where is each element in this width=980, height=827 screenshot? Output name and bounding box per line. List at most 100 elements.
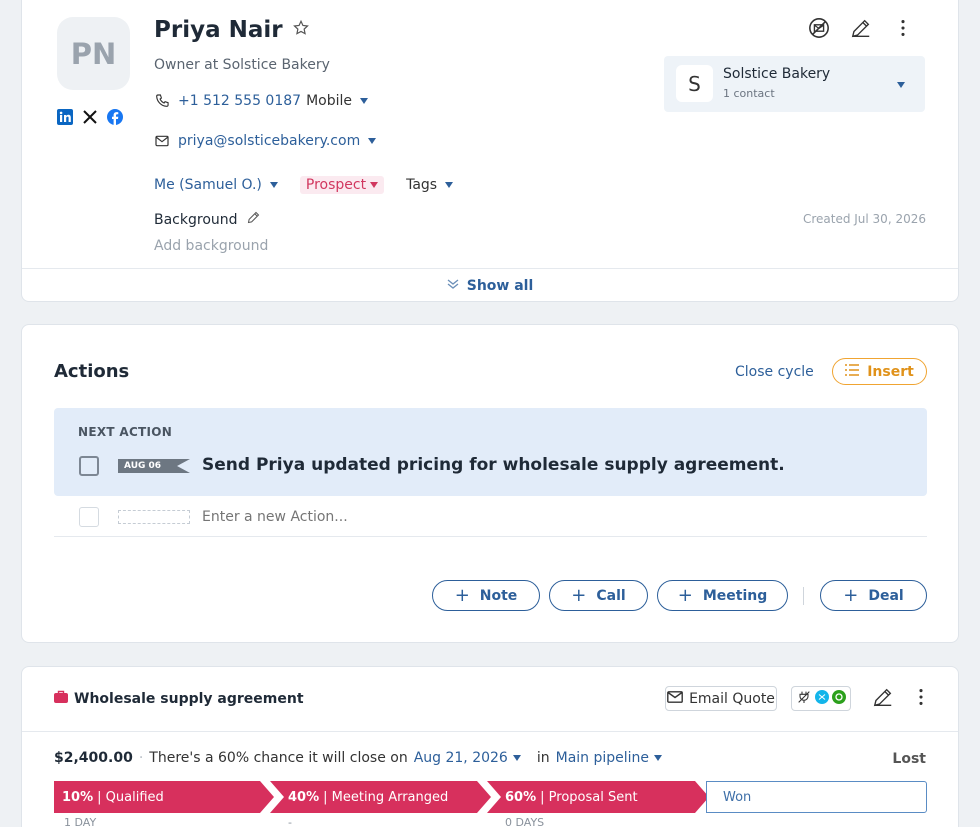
add-deal-button[interactable]: + Deal: [820, 580, 927, 611]
deal-amount[interactable]: $2,400.00: [54, 750, 133, 766]
edit-background-icon[interactable]: [246, 210, 261, 229]
stage-won[interactable]: Won: [706, 781, 927, 813]
chevron-down-icon: [447, 278, 459, 294]
deal-chance-text: There's a 60% chance it will close on: [149, 750, 408, 766]
actions-card: Actions Close cycle Insert NEXT ACTION A…: [21, 324, 959, 643]
tags-select[interactable]: Tags: [406, 177, 454, 193]
stage-bar: |: [97, 789, 102, 805]
quickbooks-icon: [832, 689, 846, 708]
list-icon: [845, 363, 860, 380]
phone-type: Mobile: [306, 93, 352, 109]
next-action-checkbox[interactable]: [79, 456, 99, 476]
pipeline-dropdown-icon: [654, 755, 663, 761]
mail-icon: [154, 133, 170, 149]
new-action-row: [54, 505, 927, 537]
contact-name: Priya Nair: [154, 17, 283, 43]
integration-button[interactable]: [791, 686, 851, 711]
insert-label: Insert: [867, 363, 914, 380]
next-action-date[interactable]: AUG 06: [118, 459, 190, 473]
phone-dropdown-icon[interactable]: [360, 98, 368, 104]
plus-icon: +: [454, 585, 470, 606]
plus-icon: +: [677, 585, 693, 606]
contact-toolbar: [808, 17, 914, 39]
lost-button[interactable]: Lost: [892, 751, 926, 767]
email-dropdown-icon[interactable]: [368, 138, 377, 144]
linkedin-icon[interactable]: [57, 109, 73, 125]
email-address[interactable]: priya@solsticebakery.com: [178, 133, 360, 149]
tags-dropdown-icon: [445, 182, 454, 188]
background-label-row: Background: [154, 210, 261, 229]
deal-title[interactable]: Wholesale supply agreement: [74, 691, 304, 707]
company-selector[interactable]: S Solstice Bakery 1 contact: [664, 56, 925, 112]
add-meeting-button[interactable]: + Meeting: [657, 580, 788, 611]
deal-label: Deal: [868, 587, 904, 604]
new-action-date-tag[interactable]: [118, 510, 190, 524]
contact-subtitle: Owner at Solstice Bakery: [154, 57, 330, 73]
close-date-select[interactable]: Aug 21, 2026: [414, 750, 521, 766]
stage-proposal-sent[interactable]: 60% | Proposal Sent: [487, 781, 709, 813]
next-action-box: NEXT ACTION AUG 06 Send Priya updated pr…: [54, 408, 927, 496]
more-icon[interactable]: [892, 17, 914, 39]
no-email-icon[interactable]: [808, 17, 830, 39]
call-label: Call: [596, 587, 626, 604]
deal-card: Wholesale supply agreement Email Quote $…: [21, 666, 959, 827]
phone-number[interactable]: +1 512 555 0187: [178, 93, 301, 109]
xero-icon: [815, 689, 829, 708]
email-quote-label: Email Quote: [689, 690, 775, 707]
note-label: Note: [479, 587, 518, 604]
deal-title-row: Wholesale supply agreement: [54, 690, 304, 707]
owner-dropdown-icon: [269, 182, 278, 188]
owner-select[interactable]: Me (Samuel O.): [154, 177, 278, 193]
stage-name: Meeting Arranged: [331, 789, 449, 805]
deal-more-icon[interactable]: [916, 686, 926, 712]
actions-title: Actions: [54, 361, 130, 382]
pipeline-select[interactable]: Main pipeline: [555, 750, 663, 766]
stage-meeting-arranged[interactable]: 40% | Meeting Arranged: [270, 781, 491, 813]
add-background-link[interactable]: Add background: [154, 238, 268, 254]
new-action-checkbox[interactable]: [79, 507, 99, 527]
contact-meta: Me (Samuel O.) Prospect Tags: [154, 176, 454, 194]
stage-pct: 10%: [62, 789, 94, 805]
stage-bar: |: [323, 789, 328, 805]
stage-duration: 1 DAY: [64, 816, 97, 827]
mail-icon: [667, 690, 683, 707]
edit-deal-icon[interactable]: [872, 686, 894, 712]
next-action-text[interactable]: Send Priya updated pricing for wholesale…: [202, 455, 785, 475]
plus-icon: +: [843, 585, 859, 606]
status-badge[interactable]: Prospect: [299, 176, 385, 194]
facebook-icon[interactable]: [107, 109, 123, 125]
stage-qualified[interactable]: 10% | Qualified: [54, 781, 274, 813]
stage-pct: 40%: [288, 789, 320, 805]
company-dropdown-icon: [897, 82, 905, 88]
x-icon[interactable]: [82, 109, 98, 125]
new-action-input[interactable]: [202, 509, 602, 525]
company-initial: S: [676, 65, 713, 102]
add-note-button[interactable]: + Note: [432, 580, 540, 611]
owner-label: Me (Samuel O.): [154, 177, 262, 193]
dot-separator: ·: [138, 750, 144, 766]
divider: [22, 731, 958, 732]
deal-summary: $2,400.00 · There's a 60% chance it will…: [54, 750, 663, 766]
background-label: Background: [154, 211, 238, 228]
stage-pct: 60%: [505, 789, 537, 805]
close-date-dropdown-icon: [512, 755, 521, 761]
show-all-button[interactable]: Show all: [22, 278, 958, 294]
deal-toolbar: [872, 686, 926, 712]
meeting-label: Meeting: [702, 587, 768, 604]
edit-icon[interactable]: [850, 17, 872, 39]
button-separator: [803, 587, 804, 605]
company-name: Solstice Bakery: [723, 66, 831, 82]
created-date: Created Jul 30, 2026: [802, 212, 926, 226]
show-all-label: Show all: [466, 278, 534, 294]
next-action-label: NEXT ACTION: [78, 425, 173, 439]
briefcase-icon: [54, 690, 68, 707]
avatar: PN: [57, 17, 130, 90]
plus-icon: +: [571, 585, 587, 606]
add-call-button[interactable]: + Call: [549, 580, 648, 611]
pipeline-label: Main pipeline: [555, 750, 650, 766]
close-date-label: Aug 21, 2026: [413, 750, 508, 766]
email-quote-button[interactable]: Email Quote: [665, 686, 777, 711]
insert-button[interactable]: Insert: [832, 358, 927, 385]
close-cycle-link[interactable]: Close cycle: [735, 364, 814, 380]
star-icon[interactable]: [292, 17, 310, 43]
